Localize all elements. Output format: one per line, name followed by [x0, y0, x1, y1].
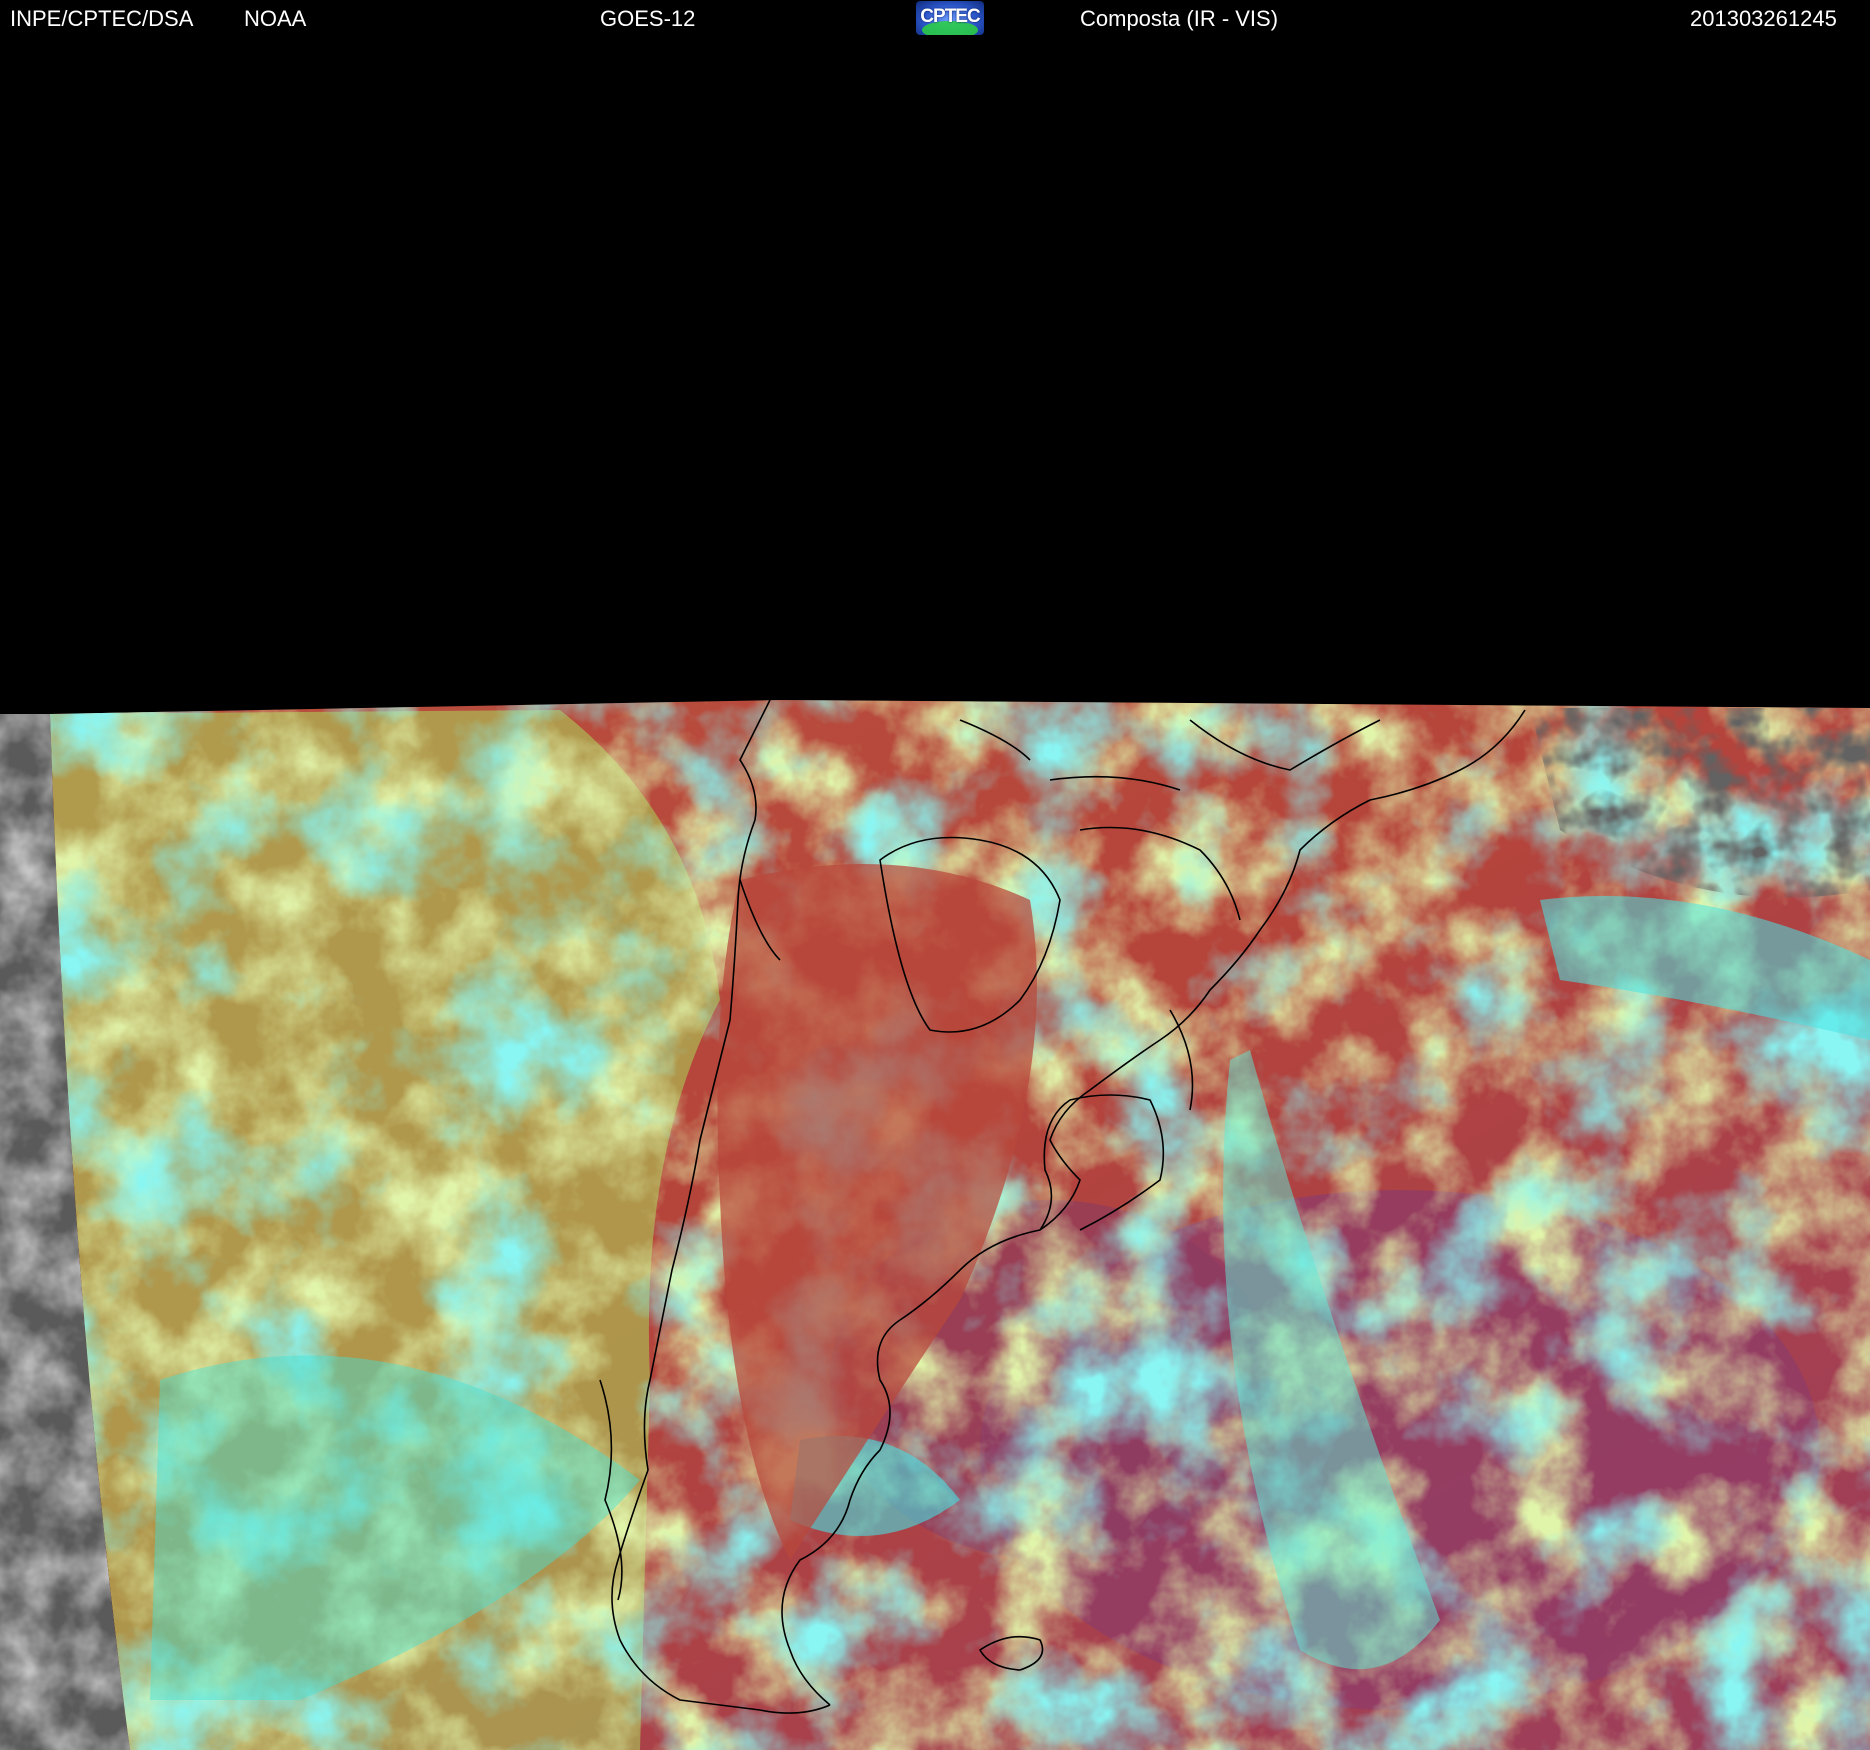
org-label: INPE/CPTEC/DSA [10, 6, 194, 31]
cptec-logo-icon: CPTEC [916, 1, 984, 35]
product-label: Composta (IR - VIS) [1080, 6, 1279, 31]
satellite-image [0, 699, 1870, 1750]
agency-label: NOAA [244, 6, 307, 31]
logo-text: CPTEC [920, 6, 980, 27]
timestamp-label: 201303261245 [1690, 6, 1837, 31]
satellite-label: GOES-12 [600, 6, 696, 31]
header-bar: INPE/CPTEC/DSA NOAA GOES-12 CPTEC Compos… [0, 0, 1870, 37]
